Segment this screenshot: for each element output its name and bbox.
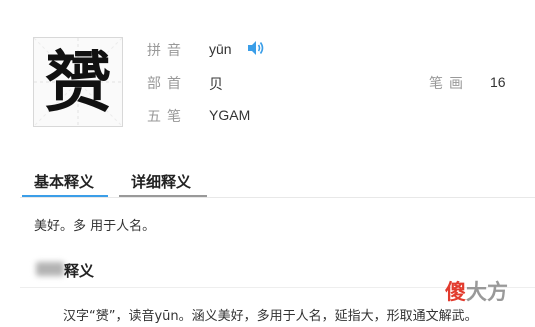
wubi-value: YGAM <box>209 107 251 123</box>
speaker-icon[interactable] <box>246 39 266 57</box>
radical-label: 部首 <box>147 76 187 92</box>
tabs-divider <box>20 197 535 198</box>
section-title: 释义 <box>64 262 95 280</box>
pinyin-label: 拼音 <box>147 43 187 59</box>
strokes-value: 16 <box>490 74 506 90</box>
pinyin-value: yūn <box>209 41 232 57</box>
detailed-definition-text: 汉字“赟”，读音yūn。涵义美好，多用于人名，延指大，形取通文解武。 <box>63 309 478 324</box>
strokes-label: 笔画 <box>429 76 469 92</box>
character-box: 赟 <box>33 37 123 127</box>
watermark-part-2: 大方 <box>466 280 508 304</box>
tab-basic-definition[interactable]: 基本释义 <box>34 171 94 192</box>
character-glyph: 赟 <box>45 43 111 121</box>
watermark-part-1: 傻 <box>445 280 466 304</box>
basic-definition-text: 美好。多 用于人名。 <box>34 219 156 234</box>
wubi-label: 五笔 <box>147 109 187 125</box>
watermark-logo: 傻大方 <box>445 276 508 306</box>
tab-detailed-definition[interactable]: 详细释义 <box>131 171 191 192</box>
blurred-text <box>36 262 64 276</box>
radical-value: 贝 <box>209 76 223 92</box>
